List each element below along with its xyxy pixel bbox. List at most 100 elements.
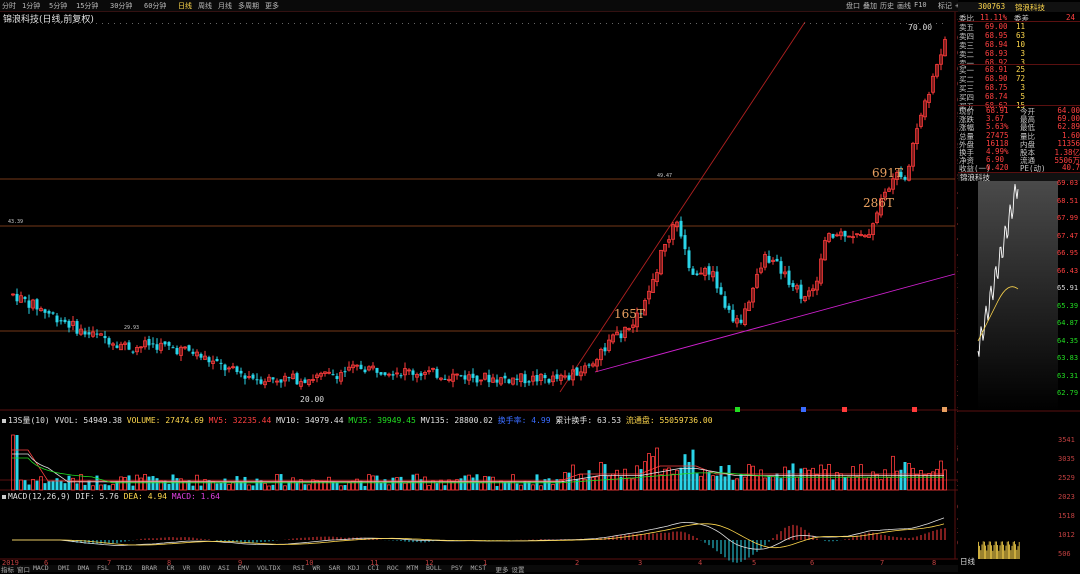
indicator-tab-24[interactable]: 更多 xyxy=(496,564,509,574)
top-dot xyxy=(78,23,79,24)
indicator-tab-17[interactable]: KDJ xyxy=(348,564,360,572)
bid-price: 68.74 xyxy=(985,92,1008,101)
volume-bar xyxy=(567,472,571,490)
indicator-tab-3[interactable]: DMI xyxy=(58,564,70,572)
top-dot xyxy=(558,23,559,24)
top-dot xyxy=(402,23,403,24)
indicator-tab-19[interactable]: ROC xyxy=(387,564,399,572)
day-tab[interactable]: 日线 xyxy=(958,556,1080,566)
macd-title: MACD(12,26,9) xyxy=(8,492,76,501)
indicator-tab-10[interactable]: OBV xyxy=(199,564,211,572)
candle-body xyxy=(219,362,223,364)
top-dot xyxy=(810,23,811,24)
volume-bar xyxy=(511,474,515,491)
indicator-tab-6[interactable]: TRIX xyxy=(117,564,133,572)
ask-row[interactable]: 卖五 69.00 11 xyxy=(958,22,1080,32)
top-dot xyxy=(306,23,307,24)
candle-body xyxy=(251,374,255,379)
top-dot xyxy=(738,23,739,24)
indicator-toggle-icon[interactable] xyxy=(2,418,6,423)
volume-bar xyxy=(863,478,867,491)
top-dot xyxy=(690,23,691,24)
volume-bar xyxy=(443,485,447,490)
candle-body xyxy=(127,342,131,350)
top-dot xyxy=(174,23,175,24)
indicator-tab-9[interactable]: VR xyxy=(183,564,191,572)
volume-bar xyxy=(255,478,259,490)
ask-row[interactable]: 卖四 68.95 63 xyxy=(958,31,1080,41)
macd-indicator-header[interactable]: MACD(12,26,9) DIF: 5.76 DEA: 4.94 MACD: … xyxy=(2,492,220,501)
indicator-tab-13[interactable]: VOLTDX xyxy=(257,564,280,572)
top-dot xyxy=(612,23,613,24)
top-dot xyxy=(762,23,763,24)
indicator-tab-18[interactable]: CCI xyxy=(368,564,380,572)
candle-body xyxy=(199,353,203,358)
indicator-tab-11[interactable]: ASI xyxy=(218,564,230,572)
top-dot xyxy=(456,23,457,24)
indicator-tab-1[interactable]: 窗口 xyxy=(17,564,30,574)
candle-body xyxy=(527,381,531,383)
candle-body xyxy=(707,266,711,275)
kline-chart[interactable] xyxy=(0,0,958,572)
volume-bar xyxy=(551,483,555,491)
candle-body xyxy=(695,273,699,276)
top-dot xyxy=(540,23,541,24)
volume-bar xyxy=(711,475,715,491)
intraday-vol-tick: 3035 xyxy=(1058,455,1075,463)
volume-bar xyxy=(323,480,327,491)
top-dot xyxy=(318,23,319,24)
top-dot xyxy=(882,23,883,24)
indicator-tab-4[interactable]: DMA xyxy=(78,564,90,572)
indicator-tab-7[interactable]: BRAR xyxy=(142,564,158,572)
candle-body xyxy=(343,371,347,373)
volume-bar xyxy=(847,476,851,491)
top-dot xyxy=(312,23,313,24)
candle-body xyxy=(83,331,87,335)
indicator-tab-12[interactable]: EMV xyxy=(238,564,250,572)
candle-body xyxy=(775,258,779,262)
top-dot xyxy=(852,23,853,24)
bid-price: 68.90 xyxy=(985,74,1008,83)
side-separator xyxy=(958,105,1080,106)
bid-row[interactable]: 买一 68.91 25 xyxy=(958,65,1080,75)
indicator-tab-25[interactable]: 设置 xyxy=(512,564,525,574)
volume-bar xyxy=(907,463,911,491)
candle-body xyxy=(799,284,803,299)
top-dot xyxy=(510,23,511,24)
bid-row[interactable]: 买二 68.90 72 xyxy=(958,74,1080,84)
top-dot xyxy=(360,23,361,24)
bid-price: 68.91 xyxy=(985,65,1008,74)
bid-row[interactable]: 买四 68.74 5 xyxy=(958,92,1080,102)
indicator-tab-5[interactable]: FSL xyxy=(97,564,109,572)
ask-row[interactable]: 卖三 68.94 10 xyxy=(958,40,1080,50)
top-dot xyxy=(726,23,727,24)
indicator-tab-14[interactable]: RSI xyxy=(293,564,305,572)
indicator-tab-21[interactable]: BOLL xyxy=(426,564,442,572)
indicator-tab-22[interactable]: PSY xyxy=(451,564,463,572)
top-dot xyxy=(660,23,661,24)
top-dot xyxy=(408,23,409,24)
volume-bar xyxy=(911,467,915,491)
volume-bar xyxy=(351,480,355,491)
intraday-price-tick: 67.47 xyxy=(1057,231,1079,240)
indicator-tab-2[interactable]: MACD xyxy=(33,564,49,572)
indicator-tab-20[interactable]: MTM xyxy=(407,564,419,572)
top-dot xyxy=(348,23,349,24)
bid-row[interactable]: 买三 68.75 3 xyxy=(958,83,1080,93)
volume-bar xyxy=(39,476,43,491)
indicator-tab-16[interactable]: SAR xyxy=(329,564,341,572)
indicator-tab-0[interactable]: 指标 xyxy=(1,564,14,574)
indicator-tab-8[interactable]: CR xyxy=(167,564,175,572)
volume-bar xyxy=(335,482,339,490)
candle-body xyxy=(687,250,691,268)
volume-bar xyxy=(303,484,307,490)
volume-bar xyxy=(695,473,699,490)
macd-toggle-icon[interactable] xyxy=(2,494,6,499)
volume-indicator-header[interactable]: 13S量(10) VVOL: 54949.38 VOLUME: 27474.69… xyxy=(2,415,713,426)
vol-item-3: MV10: 34979.44 xyxy=(276,416,349,425)
indicator-tab-23[interactable]: MCST xyxy=(471,564,487,572)
ask-row[interactable]: 卖二 68.93 3 xyxy=(958,49,1080,59)
candle-body xyxy=(239,370,243,374)
indicator-tab-15[interactable]: WR xyxy=(313,564,321,572)
volume-bar xyxy=(123,476,127,491)
